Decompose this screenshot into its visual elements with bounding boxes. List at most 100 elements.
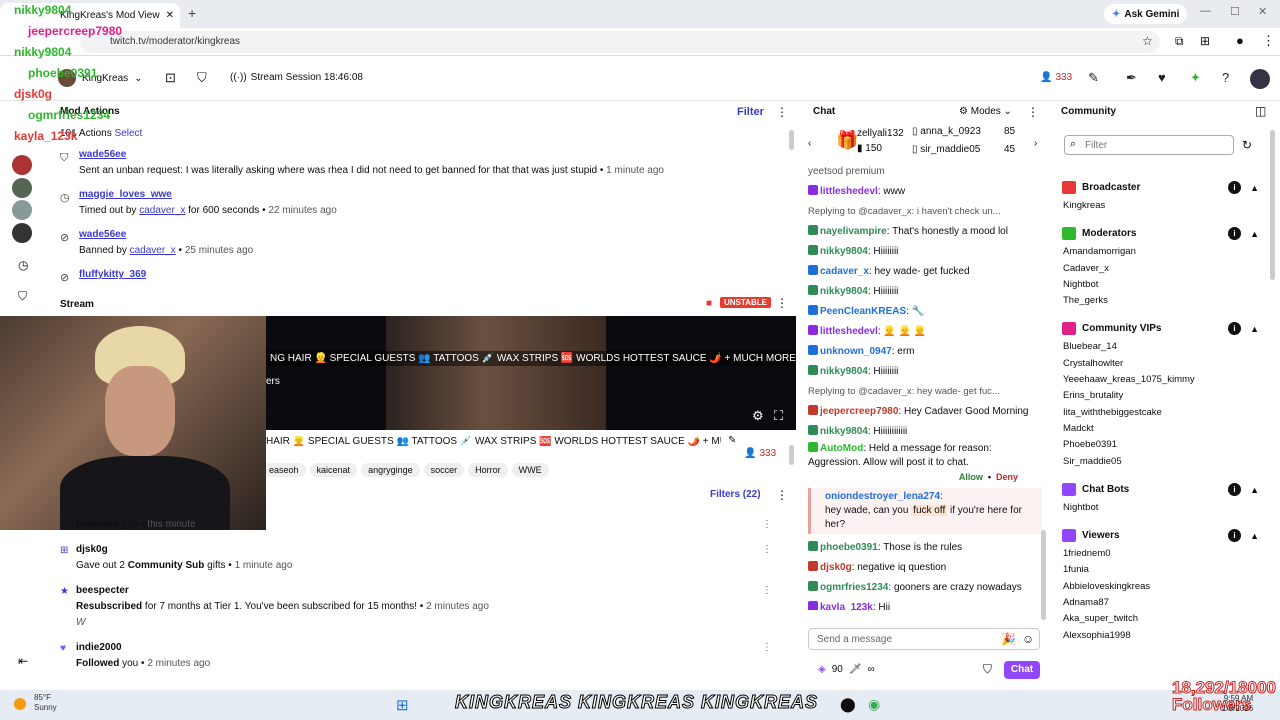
- minimize-icon[interactable]: —: [1200, 5, 1211, 17]
- chat-message[interactable]: ogmrfries1234: gooners are crazy nowaday…: [808, 578, 1042, 598]
- app-icon[interactable]: ⬤: [840, 696, 856, 713]
- chat-username[interactable]: nikky9804: [820, 286, 868, 297]
- sparkle-icon[interactable]: ✦: [1190, 70, 1201, 86]
- chat-username[interactable]: djsk0g: [820, 562, 852, 573]
- mod-shield-icon[interactable]: ⛉: [983, 662, 992, 677]
- edit-icon[interactable]: ✎: [1088, 70, 1099, 86]
- new-tab-icon[interactable]: +: [188, 5, 196, 21]
- feed-options-icon[interactable]: ⋮: [762, 517, 772, 533]
- chat-options-icon[interactable]: ⋮: [1027, 105, 1039, 119]
- community-user[interactable]: Yeeehaaw_kreas_1075_kimmy: [1060, 372, 1265, 388]
- scrollbar[interactable]: [789, 130, 794, 150]
- mod-actions-filter-button[interactable]: Filter: [737, 106, 764, 118]
- chat-username[interactable]: cadaver_x: [820, 266, 869, 277]
- chat-username[interactable]: PeenCleanKREAS: [820, 306, 906, 317]
- action-user[interactable]: wade56ee: [79, 229, 126, 240]
- community-filter-input[interactable]: Filter: [1064, 135, 1234, 155]
- community-user[interactable]: Amandamorrigan: [1060, 244, 1265, 260]
- start-icon[interactable]: ⊞: [396, 696, 409, 714]
- community-user[interactable]: Crystalhowlter: [1060, 356, 1265, 372]
- video-player[interactable]: NG HAIR 👱 SPECIAL GUESTS 👥 TATTOOS 💉 WAX…: [266, 316, 796, 430]
- pin-icon[interactable]: ✒: [1126, 70, 1137, 86]
- info-icon[interactable]: i: [1228, 227, 1241, 241]
- puzzle-icon[interactable]: ⊞: [1200, 34, 1210, 48]
- chat-message[interactable]: kayla_123k: Hii: [808, 598, 1042, 610]
- collapse-caret-icon[interactable]: ▲: [1250, 224, 1259, 244]
- community-user[interactable]: 1friednem0: [1060, 546, 1265, 562]
- community-section-header[interactable]: Viewers i ▲: [1060, 526, 1265, 546]
- community-section-header[interactable]: Chat Bots i ▲: [1060, 480, 1265, 500]
- chat-message[interactable]: nayelivampire: That's honestly a mood lo…: [808, 222, 1042, 242]
- community-user[interactable]: Iita_withthebiggestcake: [1060, 405, 1265, 421]
- profile-icon[interactable]: ●: [1236, 33, 1244, 48]
- stream-options-icon[interactable]: ⋮: [776, 296, 788, 310]
- rail-avatar[interactable]: [12, 178, 32, 198]
- gifter-name[interactable]: zellyali132: [857, 128, 904, 139]
- community-user[interactable]: 1funia: [1060, 562, 1265, 578]
- lock-icon[interactable]: ⊡: [165, 70, 176, 86]
- feed-options-icon[interactable]: ⋮: [762, 583, 772, 599]
- feed-user[interactable]: beespecter: [76, 585, 129, 596]
- community-user[interactable]: Nightbot: [1060, 500, 1265, 516]
- activity-options-icon[interactable]: ⋮: [776, 488, 788, 502]
- celebrate-icon[interactable]: 🎉: [1001, 632, 1016, 646]
- chat-modes-button[interactable]: ⚙ Modes ⌄: [959, 106, 1012, 117]
- community-section-header[interactable]: Broadcaster i ▲: [1060, 178, 1265, 198]
- rail-avatar[interactable]: [12, 200, 32, 220]
- mod-action-item[interactable]: ⊘ wade56ee Banned by cadaver_x • 25 minu…: [50, 225, 796, 257]
- edit-title-icon[interactable]: ✎: [728, 435, 736, 446]
- chat-username[interactable]: unknown_0947: [820, 346, 892, 357]
- chrome-icon[interactable]: ◉: [868, 696, 880, 713]
- clock-icon[interactable]: ◷: [18, 258, 28, 272]
- feed-user[interactable]: djsk0g: [76, 544, 108, 555]
- held-user[interactable]: oniondestroyer_lena274: [825, 491, 940, 502]
- close-tab-icon[interactable]: ✕: [166, 10, 174, 21]
- community-user[interactable]: Madckt: [1060, 421, 1265, 437]
- emote-icon[interactable]: ☺: [1022, 632, 1034, 646]
- info-icon[interactable]: i: [1228, 181, 1241, 194]
- ask-gemini-button[interactable]: ✦ Ask Gemini: [1104, 4, 1188, 24]
- collapse-caret-icon[interactable]: ▲: [1250, 480, 1259, 500]
- community-section-header[interactable]: Moderators i ▲: [1060, 224, 1265, 244]
- window-close-icon[interactable]: ✕: [1258, 5, 1267, 18]
- chat-message[interactable]: unknown_0947: erm: [808, 342, 1042, 362]
- bookmark-star-icon[interactable]: ☆: [1142, 34, 1153, 48]
- stream-tag[interactable]: easeoh: [262, 463, 306, 477]
- community-user[interactable]: Sir_maddie05: [1060, 454, 1265, 470]
- chat-message[interactable]: nikky9804: Hiiiiiiii: [808, 282, 1042, 302]
- community-user[interactable]: Cadaver_x: [1060, 261, 1265, 277]
- community-user[interactable]: Kingkreas: [1060, 198, 1265, 214]
- community-user[interactable]: Alexsophia1998: [1060, 628, 1265, 644]
- chat-username[interactable]: nikky9804: [820, 246, 868, 257]
- chat-send-button[interactable]: Chat: [1004, 661, 1040, 679]
- chat-username[interactable]: phoebe0391: [820, 542, 878, 553]
- deny-button[interactable]: Deny: [996, 472, 1018, 482]
- chat-username[interactable]: jeepercreep7980: [820, 406, 898, 417]
- chat-message[interactable]: littleshedevl: www: [808, 182, 1042, 202]
- chat-message[interactable]: littleshedevl: 👱 👱 👱: [808, 322, 1042, 342]
- browser-menu-icon[interactable]: ⋮: [1262, 33, 1275, 49]
- feed-options-icon[interactable]: ⋮: [762, 542, 772, 558]
- chat-username[interactable]: nikky9804: [820, 426, 868, 437]
- help-icon[interactable]: ?: [1222, 70, 1229, 85]
- stream-tag[interactable]: WWE: [511, 463, 549, 477]
- scrollbar[interactable]: [789, 445, 794, 465]
- chat-username[interactable]: littleshedevl: [820, 326, 878, 337]
- chat-username[interactable]: kayla_123k: [820, 602, 873, 610]
- gifter-name[interactable]: sir_maddie05: [920, 144, 980, 155]
- community-user[interactable]: Abbieloveskingkreas: [1060, 579, 1265, 595]
- community-section-header[interactable]: Community VIPs i ▲: [1060, 319, 1265, 339]
- extension-icon[interactable]: ⧉: [1175, 34, 1184, 49]
- refresh-icon[interactable]: ↻: [1242, 138, 1252, 152]
- stream-tag[interactable]: angrygingе: [361, 463, 420, 477]
- community-user[interactable]: Nightbot: [1060, 277, 1265, 293]
- collapse-caret-icon[interactable]: ▲: [1250, 526, 1259, 546]
- community-user[interactable]: The_gerks: [1060, 293, 1265, 309]
- settings-gear-icon[interactable]: ⚙: [752, 408, 764, 424]
- community-scrollbar[interactable]: [1270, 130, 1275, 280]
- feed-user[interactable]: indie2000: [76, 642, 122, 653]
- chevron-right-icon[interactable]: ›: [1034, 138, 1037, 149]
- rail-avatar[interactable]: [12, 155, 32, 175]
- community-user[interactable]: Erins_brutality: [1060, 388, 1265, 404]
- community-user[interactable]: Bluebear_14: [1060, 339, 1265, 355]
